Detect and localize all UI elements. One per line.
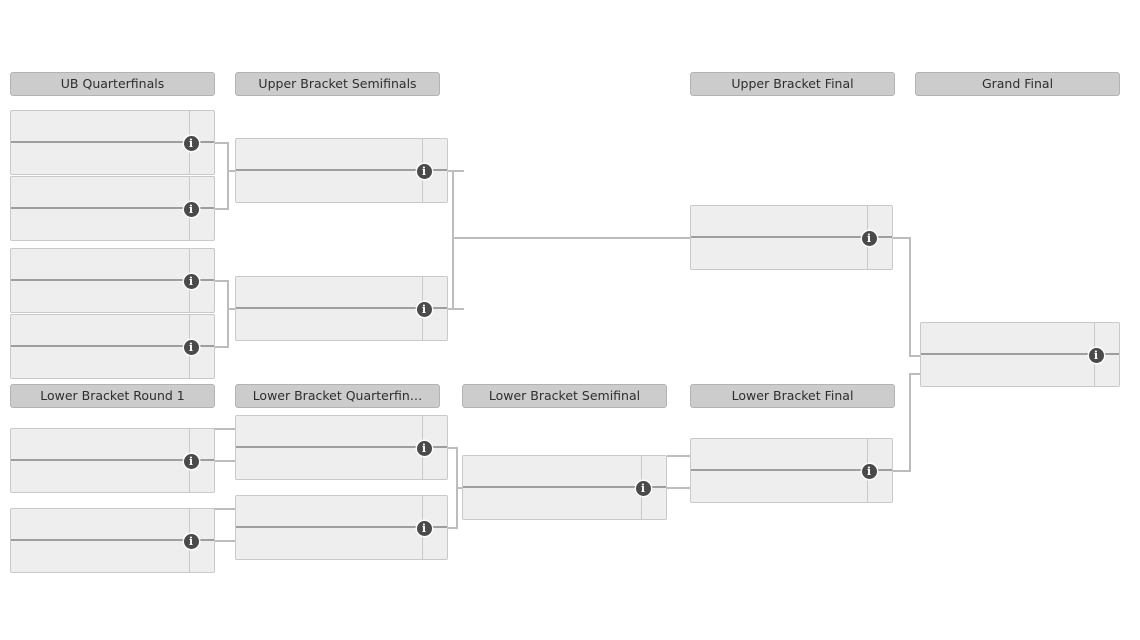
info-icon[interactable]: i [183,274,199,289]
match-gf-1[interactable]: i [920,322,1120,387]
connector-line [215,142,229,144]
match-slot-bottom[interactable] [11,280,214,312]
match-slots [236,496,447,559]
info-icon[interactable]: i [635,481,651,496]
info-icon[interactable]: i [416,302,432,317]
connector-line [448,527,458,529]
match-slot-top[interactable] [11,509,214,541]
match-slot-bottom[interactable] [11,346,214,378]
match-ubf-1[interactable]: i [690,205,893,270]
connector-line [667,487,692,489]
match-slot-bottom[interactable] [11,540,214,572]
tournament-bracket: UB Quarterfinals Upper Bracket Semifinals… [0,0,1140,640]
match-lbf-1[interactable]: i [690,438,893,503]
info-icon[interactable]: i [416,441,432,456]
match-slot-bottom[interactable] [691,237,892,269]
match-slot-top[interactable] [11,177,214,209]
connector-line [452,237,692,239]
match-ubqf-4[interactable]: i [10,314,215,379]
connector-line [215,460,237,462]
match-slots [236,416,447,479]
connector-line [227,142,229,210]
connector-line [909,237,911,357]
connector-line [909,375,911,472]
connector-line [456,447,458,529]
round-header-lb-final: Lower Bracket Final [690,384,895,408]
connector-line [893,470,911,472]
round-header-lb-round-1: Lower Bracket Round 1 [10,384,215,408]
info-icon[interactable]: i [183,454,199,469]
info-icon[interactable]: i [183,202,199,217]
round-header-ub-quarterfinals: UB Quarterfinals [10,72,215,96]
match-slot-top[interactable] [236,416,447,448]
info-icon[interactable]: i [183,534,199,549]
match-slot-top[interactable] [463,456,666,488]
match-ubsf-2[interactable]: i [235,276,448,341]
connector-line [448,170,464,172]
match-slot-top[interactable] [11,249,214,281]
match-slot-top[interactable] [691,439,892,471]
match-slot-top[interactable] [11,315,214,347]
match-slots [236,277,447,340]
match-slot-bottom[interactable] [691,470,892,502]
connector-line [215,346,229,348]
round-header-lb-semifinal: Lower Bracket Semifinal [462,384,667,408]
info-icon[interactable]: i [183,136,199,151]
round-header-ub-semifinals: Upper Bracket Semifinals [235,72,440,96]
match-slots [236,139,447,202]
match-slot-top[interactable] [921,323,1119,355]
match-slot-bottom[interactable] [236,527,447,559]
match-slot-bottom[interactable] [11,460,214,492]
match-slot-top[interactable] [691,206,892,238]
info-icon[interactable]: i [1088,348,1104,363]
round-header-ub-final: Upper Bracket Final [690,72,895,96]
match-slot-top[interactable] [236,496,447,528]
match-slot-bottom[interactable] [463,487,666,519]
match-ubqf-3[interactable]: i [10,248,215,313]
connector-line [215,208,229,210]
match-ubqf-1[interactable]: i [10,110,215,175]
match-slot-bottom[interactable] [236,447,447,479]
info-icon[interactable]: i [861,231,877,246]
match-lbqf-2[interactable]: i [235,495,448,560]
match-lbr1-1[interactable]: i [10,428,215,493]
info-icon[interactable]: i [183,340,199,355]
match-slot-top[interactable] [236,277,447,309]
match-slot-top[interactable] [236,139,447,171]
match-ubsf-1[interactable]: i [235,138,448,203]
match-slot-bottom[interactable] [11,142,214,174]
connector-line [667,455,692,457]
info-icon[interactable]: i [861,464,877,479]
connector-line [448,308,464,310]
match-lbr1-2[interactable]: i [10,508,215,573]
match-slot-bottom[interactable] [11,208,214,240]
connector-line [215,540,237,542]
match-slot-bottom[interactable] [236,170,447,202]
info-icon[interactable]: i [416,521,432,536]
info-icon[interactable]: i [416,164,432,179]
connector-line [893,237,911,239]
connector-line [227,280,229,348]
match-lbqf-1[interactable]: i [235,415,448,480]
match-slot-bottom[interactable] [236,308,447,340]
round-header-lb-quarterfinals: Lower Bracket Quarterfin… [235,384,440,408]
connector-line [448,447,458,449]
connector-line [452,170,454,310]
match-ubqf-2[interactable]: i [10,176,215,241]
connector-line [215,280,229,282]
round-header-grand-final: Grand Final [915,72,1120,96]
match-slot-top[interactable] [11,429,214,461]
match-lbsf-1[interactable]: i [462,455,667,520]
match-slot-top[interactable] [11,111,214,143]
